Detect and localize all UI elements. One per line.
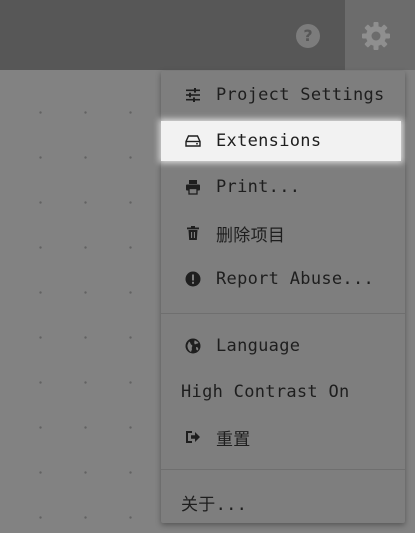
settings-button[interactable] [345,0,415,70]
menu-item-label: Report Abuse... [216,269,375,289]
menu-item-label: 关于... [181,494,248,515]
gear-icon [362,22,390,50]
menu-item-label: Language [216,336,301,356]
globe-icon [184,337,202,355]
top-toolbar: ? [0,0,415,70]
settings-dropdown-menu: Project Settings Extensions Print... 删除项… [161,71,405,523]
menu-item-high-contrast[interactable]: High Contrast On [161,372,405,412]
menu-item-delete-project[interactable]: 删除项目 [161,213,405,253]
menu-divider [161,469,405,470]
menu-divider [161,313,405,314]
menu-item-label: 删除项目 [216,225,286,246]
menu-item-print[interactable]: Print... [161,167,405,207]
menu-item-label: 重置 [216,429,251,450]
help-icon[interactable]: ? [296,24,320,48]
exclamation-circle-icon [184,270,202,288]
menu-item-label: Project Settings [216,85,385,105]
menu-item-about[interactable]: 关于... [161,482,405,522]
menu-item-label: High Contrast On [181,382,350,402]
menu-item-label: Print... [216,177,301,197]
sign-out-icon [184,428,202,446]
menu-item-extensions[interactable]: Extensions [161,121,401,161]
menu-item-language[interactable]: Language [161,326,405,366]
menu-item-report-abuse[interactable]: Report Abuse... [161,259,405,299]
print-icon [184,178,202,196]
menu-item-project-settings[interactable]: Project Settings [161,75,405,115]
menu-item-reset[interactable]: 重置 [161,417,405,457]
trash-icon [184,224,202,242]
sliders-icon [184,86,202,104]
menu-item-label: Extensions [216,131,322,151]
drive-icon [184,132,202,150]
